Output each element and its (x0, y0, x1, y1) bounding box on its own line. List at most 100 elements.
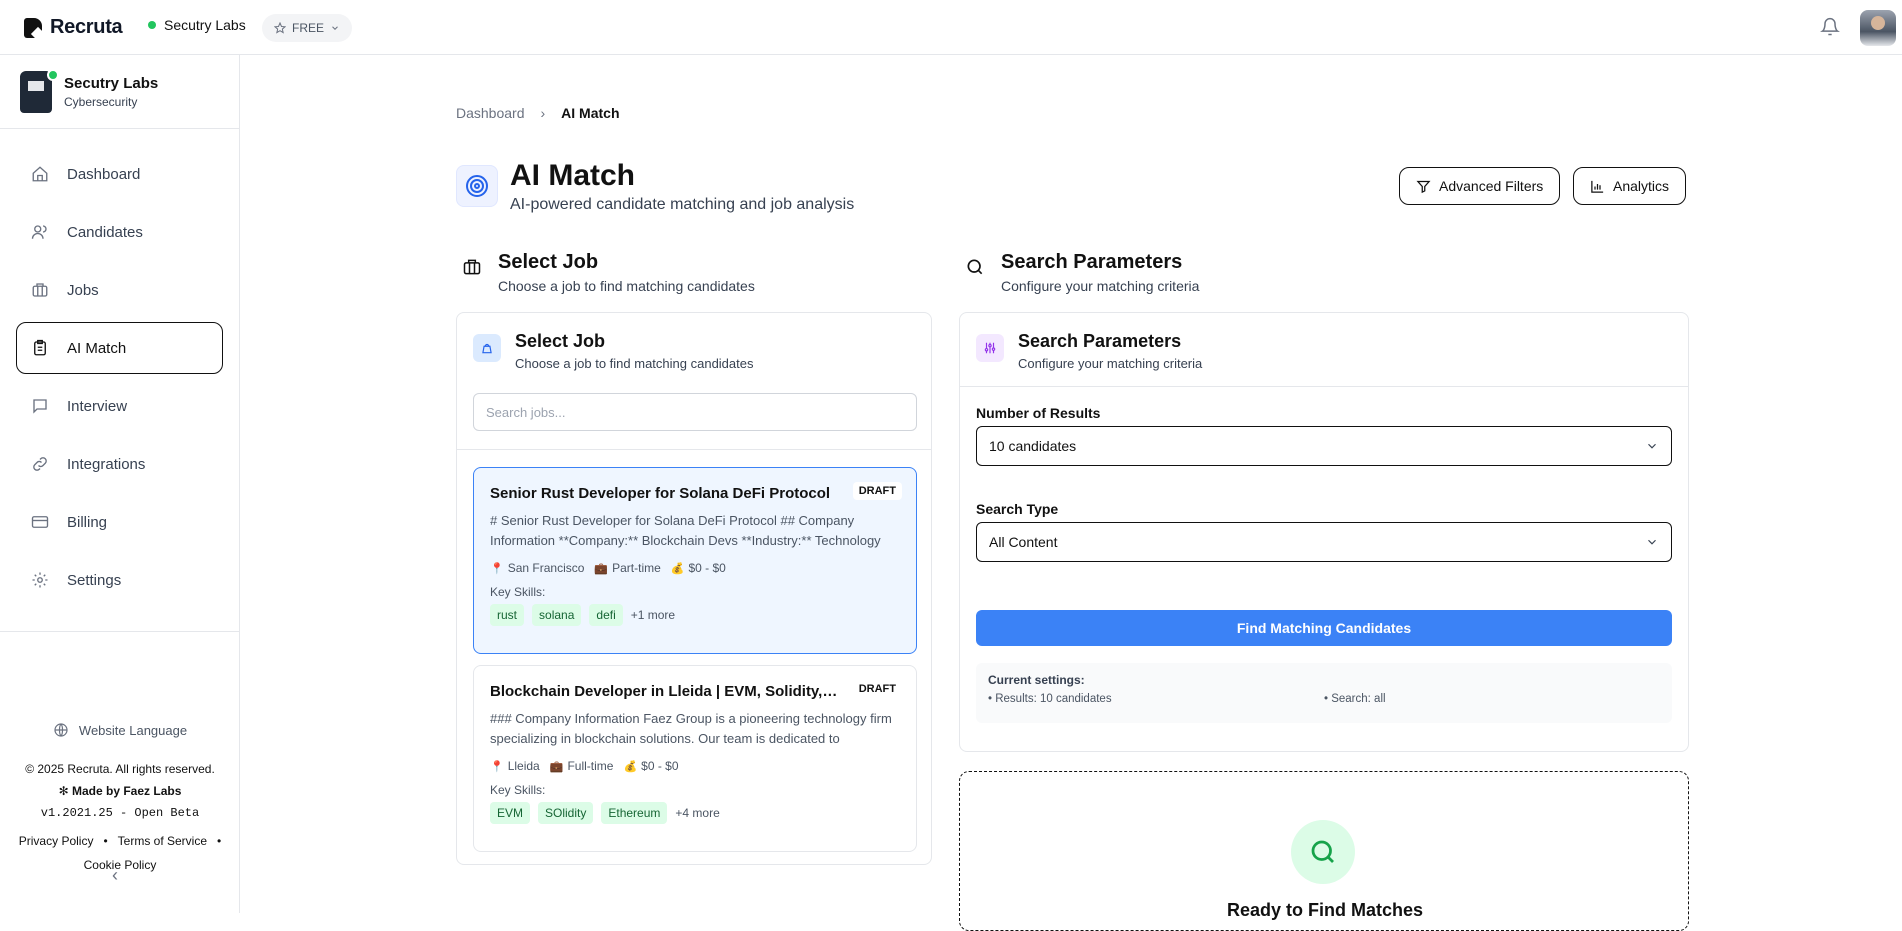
org-name: Secutry Labs (164, 17, 246, 33)
breadcrumb-dashboard-link[interactable]: Dashboard (456, 105, 525, 121)
clipboard-icon (34, 339, 46, 356)
number-of-results-label: Number of Results (976, 405, 1101, 421)
search-type-select[interactable]: All Content (976, 522, 1672, 562)
breadcrumb-current: AI Match (561, 105, 620, 121)
top-bar: Recruta Secutry Labs FREE (0, 0, 1902, 55)
breadcrumb: Dashboard › AI Match (456, 105, 620, 121)
search-jobs-input[interactable] (473, 393, 917, 431)
terms-of-service-link[interactable]: Terms of Service (118, 834, 207, 848)
made-by-label: Made by Faez Labs (72, 784, 182, 798)
org-indicator[interactable]: Secutry Labs (148, 17, 246, 33)
sparkle-icon: ✻ (58, 784, 72, 798)
sidebar-item-dashboard[interactable]: Dashboard (16, 148, 223, 200)
divider (0, 128, 240, 129)
current-results: • Results: 10 candidates (988, 693, 1112, 705)
search-type-label: Search Type (976, 501, 1059, 517)
sidebar-item-billing[interactable]: Billing (16, 496, 223, 548)
job-card[interactable]: Blockchain Developer in Lleida | EVM, So… (473, 665, 917, 852)
empty-state-title: Ready to Find Matches (1226, 900, 1424, 920)
website-language-button[interactable]: Website Language (0, 722, 240, 738)
globe-icon (54, 723, 68, 737)
job-type: Full-time (567, 759, 614, 773)
filter-icon (1416, 180, 1431, 193)
find-matching-candidates-button[interactable]: Find Matching Candidates (976, 610, 1672, 646)
map-pin-icon: 📍 (490, 761, 504, 773)
job-card-selected[interactable]: Senior Rust Developer for Solana DeFi Pr… (473, 467, 917, 654)
job-description: ### Company Information Faez Group is a … (490, 711, 892, 746)
skill-tag: Ethereum (601, 802, 668, 824)
job-location: San Francisco (507, 561, 585, 575)
divider (457, 449, 931, 450)
empty-state: Ready to Find Matches (959, 771, 1689, 931)
divider (960, 386, 1688, 387)
job-meta: 📍 San Francisco 💼 Part-time 💰 $0 - $0 (490, 561, 900, 575)
number-of-results-select[interactable]: 10 candidates (976, 426, 1672, 466)
sidebar-item-label: Candidates (67, 223, 143, 241)
sidebar-item-label: Dashboard (67, 165, 141, 183)
analytics-button[interactable]: Analytics (1573, 167, 1687, 205)
search-params-section-header: Search Parameters Configure your matchin… (965, 251, 1199, 294)
job-title: Senior Rust Developer for Solana DeFi Pr… (490, 485, 831, 502)
skill-tag: EVM (490, 802, 531, 824)
sidebar-item-label: Interview (67, 397, 128, 415)
sidebar-item-label: Integrations (67, 455, 146, 473)
section-subtitle: Choose a job to find matching candidates (498, 278, 755, 294)
cookie-policy-link[interactable]: Cookie Policy (0, 858, 240, 872)
user-avatar[interactable] (1860, 10, 1896, 46)
sliders-icon (976, 334, 1004, 362)
more-skills: +4 more (675, 806, 720, 820)
select-job-panel: Select Job Choose a job to find matching… (456, 312, 932, 865)
briefcase-icon (463, 259, 481, 275)
copyright-text: © 2025 Recruta. All rights reserved. (25, 762, 215, 776)
money-bag-icon: 💰 (670, 563, 685, 575)
bell-icon[interactable] (1820, 17, 1840, 37)
sidebar-nav: Dashboard Candidates Jobs AI Match Inter… (16, 148, 223, 612)
made-by-text: ✻ Made by Faez Labs (0, 784, 240, 798)
sidebar-item-interview[interactable]: Interview (16, 380, 223, 432)
select-job-section-header: Select Job Choose a job to find matching… (462, 251, 755, 294)
panel-subtitle: Configure your matching criteria (1018, 356, 1203, 371)
status-badge: DRAFT (852, 482, 902, 500)
search-parameters-panel: Search Parameters Configure your matchin… (959, 312, 1689, 752)
skill-tag: defi (589, 604, 623, 626)
sidebar-item-integrations[interactable]: Integrations (16, 438, 223, 490)
job-type: Part-time (612, 561, 661, 575)
job-title: Blockchain Developer in Lleida | EVM, So… (490, 683, 840, 700)
section-title: Select Job (498, 251, 599, 273)
link-icon (33, 457, 47, 471)
chevron-down-icon (1648, 539, 1656, 545)
key-skills-label: Key Skills: (490, 783, 546, 797)
panel-subtitle: Choose a job to find matching candidates (515, 356, 754, 371)
sidebar-item-candidates[interactable]: Candidates (16, 206, 223, 258)
briefcase-icon (32, 283, 48, 297)
sidebar-item-jobs[interactable]: Jobs (16, 264, 223, 316)
status-badge: DRAFT (852, 680, 902, 698)
sidebar-item-settings[interactable]: Settings (16, 554, 223, 606)
sidebar-item-ai-match[interactable]: AI Match (16, 322, 223, 374)
sidebar-item-label: Jobs (67, 281, 99, 299)
skills-list: rust solana defi +1 more (490, 604, 900, 626)
chevron-right-icon: › (540, 105, 546, 121)
briefcase-icon: 💼 (594, 563, 609, 575)
panel-header: Select Job Choose a job to find matching… (473, 331, 754, 371)
plan-badge[interactable]: FREE (262, 14, 353, 42)
gear-icon (32, 572, 48, 588)
advanced-filters-button[interactable]: Advanced Filters (1399, 167, 1561, 205)
main-content: Dashboard › AI Match AI Match AI-powered… (240, 55, 1902, 931)
panel-title: Select Job (515, 331, 606, 351)
select-value: 10 candidates (989, 438, 1077, 454)
search-icon (1291, 820, 1355, 884)
job-salary: $0 - $0 (688, 561, 726, 575)
privacy-policy-link[interactable]: Privacy Policy (19, 834, 94, 848)
select-value: All Content (989, 534, 1058, 550)
separator-dot: • (217, 834, 222, 848)
money-bag-icon: 💰 (623, 761, 638, 773)
bag-icon (473, 334, 501, 362)
divider (0, 631, 240, 632)
online-dot-icon (47, 69, 59, 81)
app-logo[interactable]: Recruta (24, 16, 123, 39)
org-card[interactable]: Secutry Labs Cybersecurity (20, 69, 158, 113)
credit-card-icon (31, 516, 49, 528)
job-meta: 📍 Lleida 💼 Full-time 💰 $0 - $0 (490, 759, 900, 773)
collapse-sidebar-button[interactable]: ‹ (112, 865, 118, 886)
